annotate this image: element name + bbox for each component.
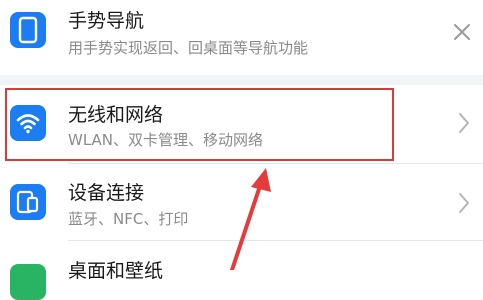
annotation-arrow-icon [230,168,271,270]
